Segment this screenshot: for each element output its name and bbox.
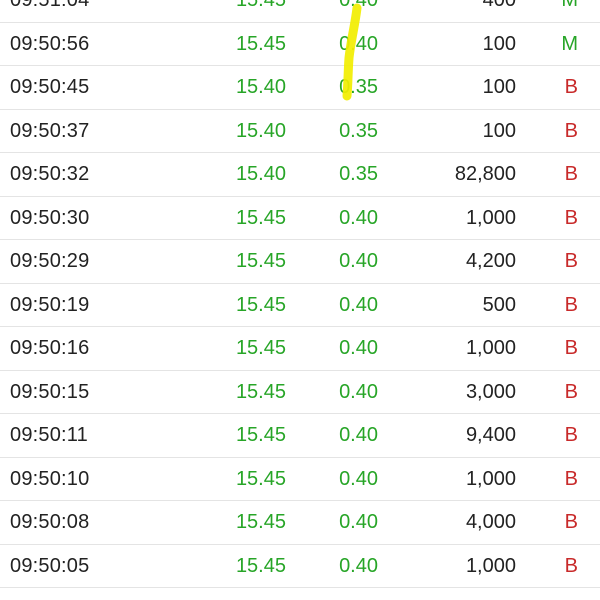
trade-change: 0.40: [339, 0, 378, 11]
trade-row[interactable]: 09:50:29 15.45 0.40 4,200 B: [0, 240, 600, 284]
trade-price: 15.45: [235, 293, 286, 316]
trade-side-indicator: M: [561, 32, 578, 55]
trade-volume: 100: [482, 76, 516, 98]
trade-row[interactable]: 09:50:16 15.45 0.40 1,000 B: [0, 327, 600, 371]
trade-change: 0.40: [339, 337, 378, 359]
trade-row[interactable]: 09:50:19 15.45 0.40 500 B: [0, 284, 600, 327]
trade-volume: 1,000: [465, 467, 516, 490]
trade-time: 09:50:45: [10, 76, 90, 98]
trade-row[interactable]: 09:50:05 15.45 0.40 1,000 B: [0, 545, 600, 588]
trade-change: 0.40: [339, 554, 378, 577]
trade-price: 15.45: [235, 554, 286, 577]
trade-time: 09:50:19: [10, 293, 90, 316]
trade-side-indicator: B: [564, 380, 578, 403]
trade-row[interactable]: 09:50:15 15.45 0.40 3,000 B: [0, 371, 600, 414]
trade-volume: 4,200: [465, 250, 516, 272]
trade-volume: 500: [482, 293, 516, 316]
trade-ticker-list: 09:51:04 15.45 0.40 400 M 09:50:56 15.45…: [0, 0, 600, 588]
trade-volume: 400: [482, 0, 516, 11]
trade-change: 0.40: [339, 424, 378, 446]
trade-row[interactable]: 09:50:30 15.45 0.40 1,000 B: [0, 197, 600, 240]
trade-time: 09:50:08: [10, 511, 90, 533]
trade-volume: 1,000: [465, 554, 516, 577]
trade-price: 15.45: [235, 467, 286, 490]
trade-side-indicator: B: [564, 467, 578, 490]
trade-price: 15.45: [235, 250, 286, 272]
trade-time: 09:50:37: [10, 119, 90, 142]
trade-side-indicator: B: [564, 293, 578, 316]
trade-time: 09:50:16: [10, 337, 90, 359]
trade-side-indicator: B: [564, 337, 578, 359]
trade-row[interactable]: 09:50:11 15.45 0.40 9,400 B: [0, 414, 600, 458]
trade-price: 15.45: [235, 337, 286, 359]
trade-time: 09:50:15: [10, 380, 90, 403]
trade-change: 0.35: [339, 76, 378, 98]
trade-side-indicator: B: [564, 554, 578, 577]
trade-side-indicator: B: [564, 511, 578, 533]
trade-price: 15.45: [235, 511, 286, 533]
trade-row[interactable]: 09:50:32 15.40 0.35 82,800 B: [0, 153, 600, 197]
trade-change: 0.40: [339, 380, 378, 403]
trade-volume: 1,000: [465, 337, 516, 359]
trade-time: 09:50:32: [10, 163, 90, 185]
trade-volume: 1,000: [465, 206, 516, 229]
trade-row[interactable]: 09:50:45 15.40 0.35 100 B: [0, 66, 600, 110]
trade-price: 15.45: [235, 0, 286, 11]
trade-price: 15.45: [235, 424, 286, 446]
trade-row[interactable]: 09:50:08 15.45 0.40 4,000 B: [0, 501, 600, 545]
trade-change: 0.40: [339, 293, 378, 316]
trade-price: 15.40: [235, 76, 286, 98]
trade-change: 0.40: [339, 250, 378, 272]
trade-side-indicator: B: [564, 76, 578, 98]
trade-price: 15.40: [235, 163, 286, 185]
trade-volume: 3,000: [465, 380, 516, 403]
trade-time: 09:50:11: [10, 424, 88, 446]
trade-volume: 100: [482, 32, 516, 55]
trade-price: 15.45: [235, 380, 286, 403]
trade-time: 09:50:30: [10, 206, 90, 229]
trade-change: 0.35: [339, 163, 378, 185]
trade-side-indicator: B: [564, 250, 578, 272]
trade-time: 09:51:04: [10, 0, 90, 11]
trade-time: 09:50:29: [10, 250, 90, 272]
trade-volume: 4,000: [465, 511, 516, 533]
trade-row[interactable]: 09:50:56 15.45 0.40 100 M: [0, 23, 600, 66]
trade-side-indicator: B: [564, 206, 578, 229]
trade-side-indicator: B: [564, 119, 578, 142]
trade-change: 0.40: [339, 467, 378, 490]
trade-volume: 82,800: [454, 163, 516, 185]
trade-volume: 9,400: [465, 424, 516, 446]
trade-row[interactable]: 09:50:37 15.40 0.35 100 B: [0, 110, 600, 153]
trade-time: 09:50:05: [10, 554, 90, 577]
trade-change: 0.40: [339, 511, 378, 533]
trade-row[interactable]: 09:51:04 15.45 0.40 400 M: [0, 0, 600, 23]
trade-side-indicator: B: [564, 163, 578, 185]
trade-side-indicator: M: [561, 0, 578, 11]
trade-price: 15.45: [235, 206, 286, 229]
trade-change: 0.35: [339, 119, 378, 142]
trade-price: 15.40: [235, 119, 286, 142]
trade-row[interactable]: 09:50:10 15.45 0.40 1,000 B: [0, 458, 600, 501]
trade-volume: 100: [482, 119, 516, 142]
trade-price: 15.45: [235, 32, 286, 55]
trade-side-indicator: B: [564, 424, 578, 446]
trade-time: 09:50:56: [10, 32, 90, 55]
trade-change: 0.40: [339, 206, 378, 229]
trade-time: 09:50:10: [10, 467, 90, 490]
trade-change: 0.40: [339, 32, 378, 55]
